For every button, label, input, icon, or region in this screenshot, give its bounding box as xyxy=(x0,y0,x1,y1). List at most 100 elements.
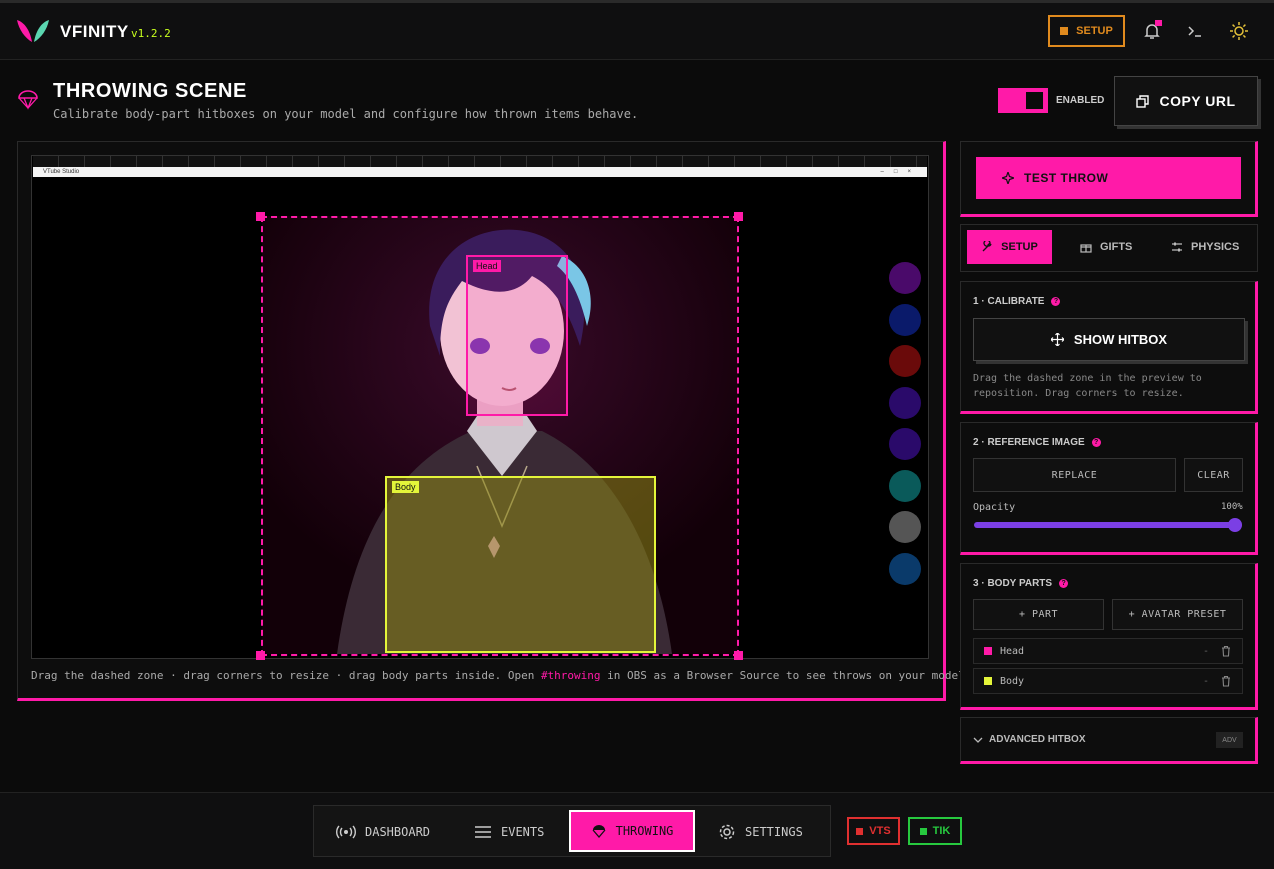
show-hitbox-label: SHOW HITBOX xyxy=(1073,332,1168,347)
head-hitbox[interactable]: Head xyxy=(466,255,568,416)
part-name: Head xyxy=(1000,645,1025,657)
reference-heading: 2 · REFERENCE IMAGE? xyxy=(973,437,1101,448)
color-swatch[interactable] xyxy=(889,511,921,543)
show-hitbox-button[interactable]: SHOW HITBOX xyxy=(973,318,1245,361)
vts-status-dot xyxy=(856,827,864,835)
body-hitbox[interactable]: Body xyxy=(385,476,656,653)
nav-events-label: EVENTS xyxy=(501,825,545,839)
part-row-head[interactable]: Head - xyxy=(973,638,1243,664)
body-hitbox-tag: Body xyxy=(392,481,419,493)
color-swatch[interactable] xyxy=(889,386,921,419)
copy-url-button[interactable]: COPY URL xyxy=(1114,76,1258,126)
test-throw-button[interactable]: TEST THROW xyxy=(976,157,1241,199)
tab-setup-label: SETUP xyxy=(1001,241,1038,253)
gear-icon xyxy=(719,824,735,840)
nav-dashboard-label: DASHBOARD xyxy=(365,825,431,839)
color-swatch[interactable] xyxy=(889,345,921,377)
tab-physics-label: PHYSICS xyxy=(1191,241,1240,253)
advanced-hitbox-toggle[interactable]: ADVANCED HITBOX xyxy=(973,734,1085,745)
ruler xyxy=(33,156,927,167)
sun-icon[interactable] xyxy=(1228,20,1250,42)
page-title: THROWING SCENE xyxy=(53,80,247,102)
nav-dashboard[interactable]: DASHBOARD xyxy=(336,812,430,852)
enabled-toggle[interactable] xyxy=(998,88,1048,113)
color-swatch[interactable] xyxy=(889,428,921,460)
vts-status-badge[interactable]: VTS xyxy=(847,817,900,845)
app-name: VFINITY xyxy=(60,22,129,41)
vtube-window-title: VTube Studio xyxy=(43,169,80,175)
color-swatch[interactable] xyxy=(889,303,921,336)
color-swatches xyxy=(889,262,921,594)
chevron-down-icon xyxy=(973,737,983,743)
avatar-preset-button[interactable]: + AVATAR PRESET xyxy=(1112,599,1243,630)
zone-handle-top-right[interactable] xyxy=(734,212,743,221)
color-swatch[interactable] xyxy=(889,552,921,585)
color-swatch[interactable] xyxy=(889,469,921,502)
setup-button[interactable]: SETUP xyxy=(1048,15,1125,47)
nav-settings[interactable]: SETTINGS xyxy=(718,812,803,852)
hint-text-start: Drag the dashed zone · drag corners to r… xyxy=(31,669,541,682)
opacity-value: 100% xyxy=(1221,502,1243,512)
opacity-label: Opacity xyxy=(973,502,1016,513)
part-value: - xyxy=(1202,675,1209,687)
opacity-slider-knob[interactable] xyxy=(1228,518,1242,532)
hint-highlight: #throwing xyxy=(540,669,601,682)
color-swatch[interactable] xyxy=(889,262,921,294)
body-parts-heading: 3 · BODY PARTS? xyxy=(973,578,1069,589)
vtube-window-bar: VTube Studio –□× xyxy=(33,167,927,177)
terminal-icon[interactable] xyxy=(1184,20,1206,42)
list-icon xyxy=(475,826,491,838)
vfinity-logo xyxy=(17,20,49,42)
body-parts-title: 3 · BODY PARTS xyxy=(973,578,1053,589)
tik-status-label: TIK xyxy=(932,825,951,837)
nav-events[interactable]: EVENTS xyxy=(474,812,544,852)
wrench-icon xyxy=(982,241,992,252)
calibrate-title: 1 · CALIBRATE xyxy=(973,296,1045,307)
calibrate-heading: 1 · CALIBRATE? xyxy=(973,296,1061,307)
help-icon[interactable]: ? xyxy=(1091,438,1101,447)
nav-settings-label: SETTINGS xyxy=(745,825,803,839)
part-row-body[interactable]: Body - xyxy=(973,668,1243,694)
app-version: v1.2.2 xyxy=(131,27,171,40)
tab-gifts-label: GIFTS xyxy=(1100,241,1133,253)
bell-icon[interactable] xyxy=(1141,20,1163,42)
head-hitbox-tag: Head xyxy=(473,260,501,272)
help-icon[interactable]: ? xyxy=(1051,297,1061,306)
help-icon[interactable]: ? xyxy=(1059,579,1069,588)
adv-badge: ADV xyxy=(1216,732,1243,748)
zone-handle-top-left[interactable] xyxy=(256,212,265,221)
test-throw-label: TEST THROW xyxy=(1024,171,1109,185)
zone-handle-bottom-left[interactable] xyxy=(256,651,265,660)
nav-throwing[interactable]: THROWING xyxy=(569,810,695,852)
nav-throwing-label: THROWING xyxy=(615,824,674,838)
broadcast-icon xyxy=(336,825,356,839)
tab-physics[interactable]: PHYSICS xyxy=(1171,230,1239,264)
clear-button[interactable]: CLEAR xyxy=(1184,458,1243,492)
add-part-button[interactable]: + PART xyxy=(973,599,1104,630)
move-icon xyxy=(1050,333,1064,346)
enabled-label: ENABLED xyxy=(1056,95,1105,106)
opacity-slider[interactable] xyxy=(974,522,1242,528)
reference-title: 2 · REFERENCE IMAGE xyxy=(973,437,1085,448)
toggle-knob xyxy=(1026,92,1043,109)
tik-status-badge[interactable]: TIK xyxy=(908,817,962,845)
part-color-dot xyxy=(984,647,992,655)
page-subtitle: Calibrate body-part hitboxes on your mod… xyxy=(53,107,639,121)
trash-icon[interactable] xyxy=(1220,675,1232,687)
sparkle-icon xyxy=(1002,172,1014,184)
preview-hint: Drag the dashed zone · drag corners to r… xyxy=(31,669,971,682)
part-value: - xyxy=(1202,645,1209,657)
tab-setup[interactable]: SETUP xyxy=(967,230,1052,264)
trash-icon[interactable] xyxy=(1220,645,1232,657)
tab-gifts[interactable]: GIFTS xyxy=(1080,230,1132,264)
window-controls: –□× xyxy=(880,169,921,175)
zone-handle-bottom-right[interactable] xyxy=(734,651,743,660)
parachute-icon xyxy=(592,825,606,838)
hint-text-end: in OBS as a Browser Source to see throws… xyxy=(600,669,972,682)
replace-button[interactable]: REPLACE xyxy=(973,458,1176,492)
sliders-icon xyxy=(1172,242,1182,252)
copy-url-label: COPY URL xyxy=(1159,93,1236,109)
tik-status-dot xyxy=(919,827,927,835)
setup-square-icon xyxy=(1060,27,1069,35)
gift-icon xyxy=(1080,244,1092,253)
